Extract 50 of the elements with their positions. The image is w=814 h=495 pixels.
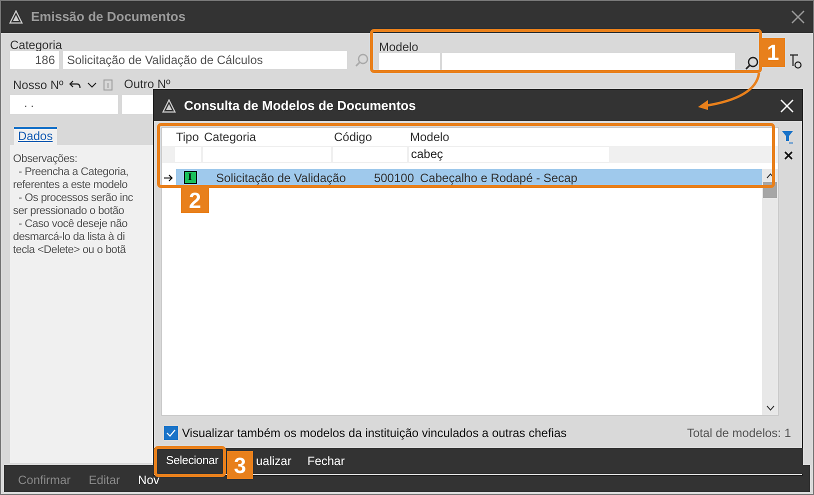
column-header[interactable]: Categoria	[204, 128, 334, 146]
observation-line: - Os processos serão inc	[18, 192, 133, 205]
checkbox-label[interactable]: Visualizar também os modelos da instituição vinculados a outras chefias	[182, 424, 567, 442]
code-field[interactable]: 186	[10, 51, 59, 69]
category-field[interactable]: Solicitação de Validação de Cálculos	[63, 51, 347, 69]
field-label: Modelo	[379, 39, 420, 53]
dialog-button[interactable]: Selecionar	[166, 454, 218, 468]
observation-line: referentes a este modelo	[13, 179, 128, 192]
chevron-down-icon[interactable]	[87, 81, 98, 89]
logo-icon	[9, 10, 23, 24]
total-count: Total de modelos: 1	[686, 425, 791, 442]
search-icon[interactable]	[745, 56, 759, 70]
observation-line: - Preencha a Categoria,	[18, 166, 128, 179]
step-badge: 1	[761, 38, 785, 67]
observation-line: - Caso você deseje não	[18, 218, 128, 231]
action-button[interactable]: Nov	[138, 471, 160, 489]
clear-icon[interactable]	[784, 151, 792, 160]
scroll-down-icon[interactable]	[766, 405, 774, 411]
dialog-title: Consulta de Modelos de Documentos	[184, 96, 416, 115]
callout-arrow	[698, 72, 761, 110]
filter-icon[interactable]	[782, 131, 794, 145]
column-header[interactable]: Código	[334, 128, 410, 146]
column-header[interactable]: Tipo	[176, 128, 204, 146]
filter-field[interactable]: cabeç	[409, 147, 609, 162]
field-label: Nosso Nº	[13, 78, 64, 92]
number-field[interactable]: . .	[10, 95, 118, 114]
observation-line: desmarcá-lo da lista à di	[13, 231, 125, 244]
observation-line: ser pressionado o botão	[13, 205, 124, 218]
table-row[interactable]: I Solicitação de Validação 500100 Cabeçalho e Rodapé - Secap	[176, 169, 762, 186]
scroll-up-icon[interactable]	[766, 173, 774, 179]
field-label: Outro Nº	[123, 78, 172, 92]
tab[interactable]: Dados	[14, 127, 57, 145]
table-cell-text: Cabeçalho e Rodapé - Secap	[419, 170, 578, 186]
observation-line: tecla <Delete> ou o botã	[13, 244, 126, 257]
step-badge: 3	[227, 451, 253, 479]
scrollbar[interactable]	[762, 169, 778, 415]
dialog-button[interactable]: ualizar	[256, 454, 292, 468]
observation-line: Observações:	[13, 153, 78, 166]
field-label: Categoria	[10, 37, 64, 51]
table-cell-text: 500100	[372, 170, 414, 186]
type-badge: I	[184, 171, 196, 184]
checkbox[interactable]	[164, 426, 178, 440]
step-badge: 2	[181, 187, 209, 213]
undo-icon[interactable]	[69, 80, 82, 90]
table-cell-text: Solicitação de Validação	[215, 170, 347, 186]
logo-icon	[162, 98, 176, 112]
dialog-button[interactable]: Fechar	[307, 454, 345, 468]
search-list-icon[interactable]	[789, 54, 803, 70]
window-title: Emissão de Documentos	[31, 8, 186, 26]
column-header[interactable]: Modelo	[410, 128, 530, 146]
